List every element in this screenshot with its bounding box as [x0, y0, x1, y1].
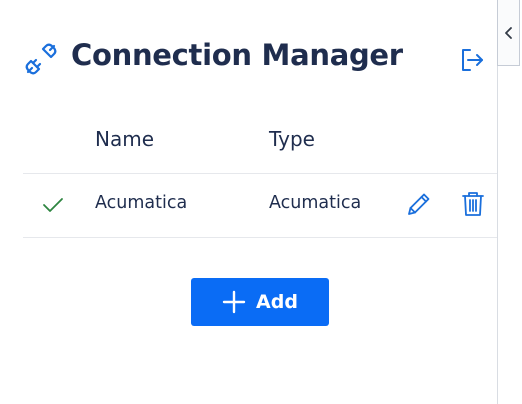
connection-type: Acumatica: [269, 193, 362, 213]
check-icon: [43, 198, 63, 212]
sign-out-icon[interactable]: [458, 46, 486, 74]
column-header-name: Name: [95, 127, 155, 151]
plug-connection-icon: [25, 43, 57, 75]
add-button-label: Add: [256, 291, 298, 313]
table-divider: [23, 237, 497, 238]
collapse-panel-button[interactable]: [497, 0, 520, 66]
connection-manager-panel: Connection Manager Name Type Acumatica A…: [0, 0, 497, 404]
trash-icon[interactable]: [461, 190, 485, 218]
plus-icon: [222, 290, 246, 314]
chevron-left-icon: [504, 26, 512, 39]
pencil-icon[interactable]: [405, 190, 433, 218]
page-title: Connection Manager: [71, 38, 403, 72]
column-header-type: Type: [269, 127, 315, 151]
add-button[interactable]: Add: [191, 278, 329, 326]
table-row[interactable]: Acumatica Acumatica: [23, 174, 497, 237]
connection-name: Acumatica: [95, 193, 188, 213]
